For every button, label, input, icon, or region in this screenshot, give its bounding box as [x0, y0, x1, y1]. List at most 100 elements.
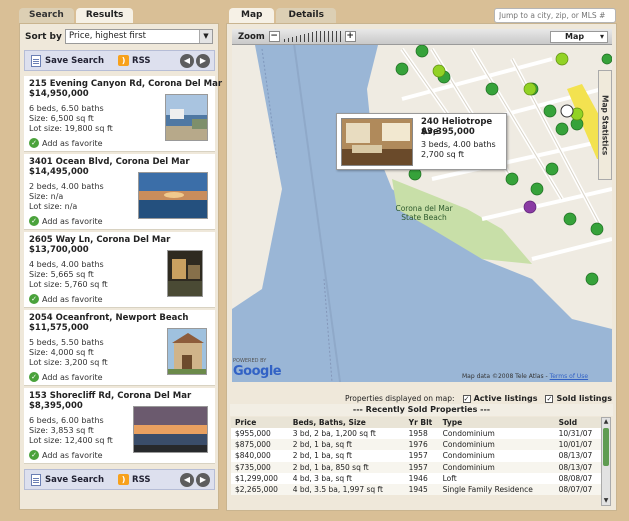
- cell-beds-baths-size: 2 bd, 1 ba, sq ft: [292, 451, 352, 461]
- cell-year-built: 1945: [404, 483, 439, 496]
- cell-year-built: 1958: [408, 429, 428, 439]
- listing-photo[interactable]: [165, 94, 208, 141]
- scroll-thumb[interactable]: [603, 428, 609, 466]
- col-sold[interactable]: Sold: [554, 417, 601, 428]
- zoom-slider[interactable]: [283, 31, 341, 42]
- listing-item[interactable]: 215 Evening Canyon Rd, Corona Del Mar $1…: [24, 76, 222, 152]
- listing-item[interactable]: 3401 Ocean Blvd, Corona Del Mar $14,495,…: [24, 154, 215, 230]
- sold-listings-checkbox[interactable]: ✓: [545, 394, 554, 403]
- listing-lot-size: Lot size: 3,200 sq ft: [29, 358, 108, 367]
- rss-link[interactable]: RSS: [132, 56, 150, 66]
- tab-results[interactable]: Results: [75, 8, 134, 23]
- cell-beds-baths-size: 2 bd, 1 ba, 850 sq ft: [288, 461, 405, 473]
- zoom-in-button[interactable]: +: [344, 31, 356, 42]
- table-row[interactable]: $1,299,000 4 bd, 3 ba, sq ft 1946 Loft 08/08…: [231, 473, 601, 484]
- tab-details[interactable]: Details: [276, 8, 336, 23]
- terms-of-use-link[interactable]: Terms of Use: [550, 373, 588, 380]
- map-type-select[interactable]: Map: [550, 30, 608, 43]
- listing-photo[interactable]: [133, 406, 208, 453]
- listing-photo[interactable]: [138, 172, 208, 219]
- google-logo[interactable]: POWERED BY Google: [233, 358, 282, 379]
- listing-lot-size: Lot size: 12,400 sq ft: [29, 436, 113, 445]
- save-search-button[interactable]: Save Search: [45, 56, 104, 66]
- listing-specs: 5 beds, 5.50 baths Size: 4,000 sq ft Lot…: [29, 338, 108, 368]
- left-tab-bar: Search Results: [19, 8, 134, 23]
- map-statistics-label: Map Statistics: [600, 94, 610, 156]
- scroll-up-icon[interactable]: ▲: [602, 418, 610, 426]
- add-favorite-link[interactable]: ✓ Add as favorite: [29, 372, 103, 382]
- next-page-icon[interactable]: ▶: [196, 472, 210, 487]
- listing-item[interactable]: 2605 Way Ln, Corona Del Mar $13,700,000 …: [24, 232, 215, 308]
- zoom-out-button[interactable]: −: [268, 31, 280, 42]
- cell-type: Condominium: [442, 429, 495, 439]
- rss-icon[interactable]: ): [118, 474, 130, 485]
- add-favorite-link[interactable]: ✓ Add as favorite: [29, 138, 103, 148]
- listing-item[interactable]: 2054 Oceanfront, Newport Beach $11,575,0…: [24, 310, 215, 386]
- jump-to-location-input[interactable]: [494, 8, 616, 23]
- add-favorite-link[interactable]: ✓ Add as favorite: [29, 216, 103, 226]
- cell-beds-baths-size: 4 bd, 3.5 ba, 1,997 sq ft: [288, 483, 405, 496]
- popup-photo[interactable]: [341, 118, 413, 166]
- col-price[interactable]: Price: [231, 417, 289, 428]
- save-search-bar-bottom: Save Search ) RSS ◀ ▶: [24, 469, 215, 490]
- listing-address[interactable]: 3401 Ocean Blvd, Corona Del Mar: [29, 157, 190, 167]
- check-circle-icon: ✓: [29, 372, 39, 382]
- next-page-icon[interactable]: ▶: [196, 53, 210, 68]
- save-search-button[interactable]: Save Search: [45, 475, 104, 485]
- map-attribution: Map data ©2008 Tele Atlas - Terms of Use: [462, 373, 588, 380]
- table-scrollbar[interactable]: ▲ ▼: [601, 417, 611, 506]
- cell-type: Condominium: [438, 439, 555, 451]
- add-favorite-label: Add as favorite: [42, 138, 103, 148]
- prev-page-icon[interactable]: ◀: [180, 472, 194, 487]
- table-row[interactable]: $840,000 2 bd, 1 ba, sq ft 1957 Condominium…: [231, 450, 601, 461]
- table-row[interactable]: $2,265,000 4 bd, 3.5 ba, 1,997 sq ft 1945 S…: [231, 483, 601, 496]
- table-row[interactable]: $955,000 3 bd, 2 ba, 1,200 sq ft 1958 Condo…: [231, 428, 601, 439]
- map-statistics-tab[interactable]: Map Statistics: [598, 70, 612, 180]
- table-header-row: Price Beds, Baths, Size Yr Blt Type Sold: [231, 417, 601, 428]
- col-type[interactable]: Type: [438, 417, 555, 428]
- add-favorite-link[interactable]: ✓ Add as favorite: [29, 450, 103, 460]
- listing-address[interactable]: 2054 Oceanfront, Newport Beach: [29, 313, 188, 323]
- listing-size: Size: 4,000 sq ft: [29, 348, 94, 357]
- rss-link[interactable]: RSS: [132, 475, 150, 485]
- tab-search[interactable]: Search: [19, 8, 74, 23]
- popup-price: $3,395,000: [421, 127, 475, 137]
- listing-price: $14,495,000: [29, 167, 89, 177]
- chevron-down-icon[interactable]: ▼: [199, 30, 212, 43]
- listing-lot-size: Lot size: n/a: [29, 202, 78, 211]
- prev-page-icon[interactable]: ◀: [180, 53, 194, 68]
- listing-address[interactable]: 2605 Way Ln, Corona Del Mar: [29, 235, 170, 245]
- cell-price: $840,000: [235, 451, 271, 461]
- listing-photo[interactable]: [167, 328, 207, 375]
- col-year-built[interactable]: Yr Blt: [404, 417, 439, 428]
- table-row[interactable]: $875,000 2 bd, 1 ba, sq ft 1976 Condominium…: [231, 439, 601, 451]
- sort-select[interactable]: Price, highest first ▼: [65, 29, 213, 44]
- listing-item[interactable]: 153 Shorecliff Rd, Corona Del Mar $8,395…: [24, 388, 215, 464]
- listing-specs: 2 beds, 4.00 baths Size: n/a Lot size: n…: [29, 182, 104, 212]
- cell-year-built: 1957: [408, 451, 428, 461]
- add-favorite-label: Add as favorite: [42, 216, 103, 226]
- active-listings-checkbox[interactable]: ✓: [462, 394, 471, 403]
- sort-label: Sort by: [25, 31, 62, 42]
- cell-sold: 08/13/07: [554, 461, 601, 473]
- listing-beds-baths: 5 beds, 5.50 baths: [29, 338, 104, 347]
- col-beds-baths-size[interactable]: Beds, Baths, Size: [288, 417, 405, 428]
- listing-beds-baths: 6 beds, 6.50 baths: [29, 104, 104, 113]
- table-row[interactable]: $735,000 2 bd, 1 ba, 850 sq ft 1957 Condomi…: [231, 461, 601, 473]
- map-canvas[interactable]: Corona del Mar State Beach: [232, 29, 612, 382]
- listing-photo[interactable]: [167, 250, 203, 297]
- property-popup[interactable]: 240 Heliotrope Ave $3,395,000 3 beds, 4.…: [336, 113, 507, 170]
- listing-size: Size: 5,665 sq ft: [29, 270, 94, 279]
- listing-address[interactable]: 153 Shorecliff Rd, Corona Del Mar: [29, 391, 191, 401]
- tab-map[interactable]: Map: [229, 8, 275, 23]
- scroll-down-icon[interactable]: ▼: [602, 497, 610, 505]
- add-favorite-label: Add as favorite: [42, 372, 103, 382]
- sort-row: Sort by Price, highest first ▼: [25, 29, 213, 44]
- listing-address[interactable]: 215 Evening Canyon Rd, Corona Del Mar: [29, 79, 222, 89]
- rss-icon[interactable]: ): [118, 55, 130, 66]
- zoom-label: Zoom: [238, 31, 265, 42]
- cell-sold: 10/01/07: [554, 439, 601, 451]
- sold-properties-title: --- Recently Sold Properties ---: [230, 404, 613, 416]
- cell-type: Condominium: [442, 451, 495, 461]
- add-favorite-link[interactable]: ✓ Add as favorite: [29, 294, 103, 304]
